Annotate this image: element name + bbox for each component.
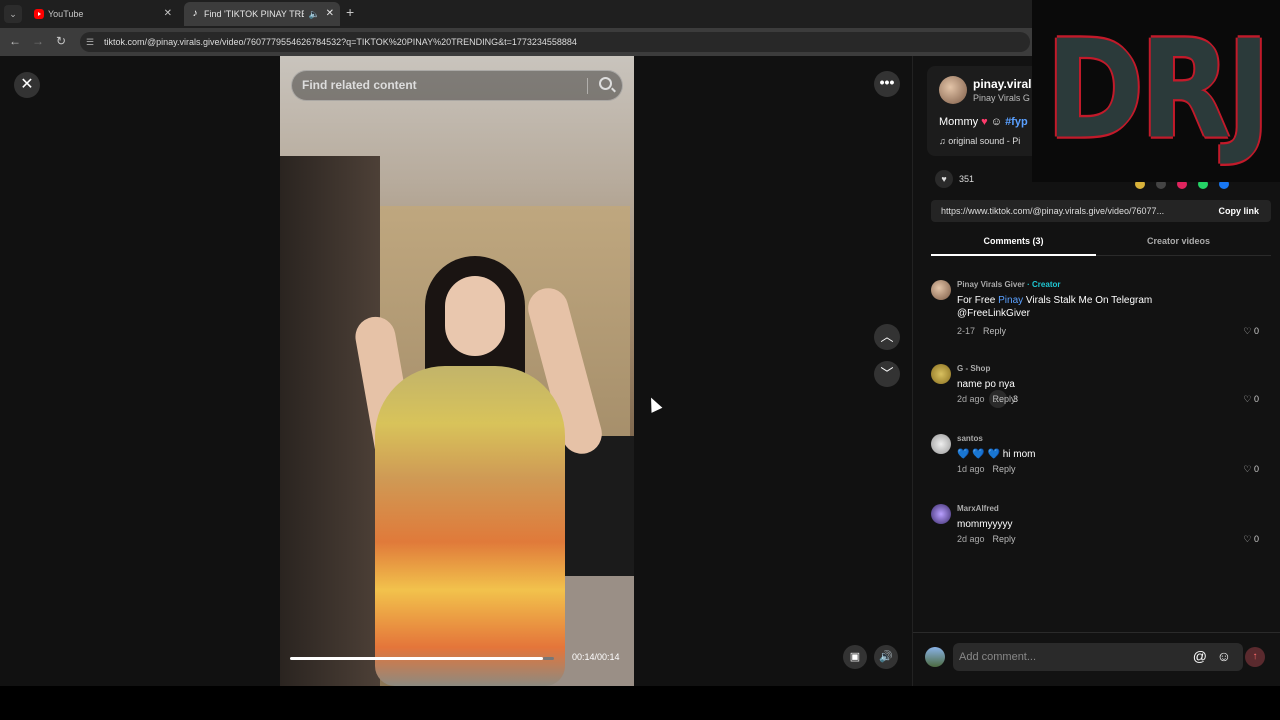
video-viewer: ✕ 00:14/00:14 Find related content ••• ︿ xyxy=(0,56,912,686)
tiktok-icon: ♪ xyxy=(192,8,198,19)
forward-icon[interactable]: → xyxy=(32,34,44,48)
related-search-input[interactable]: Find related content xyxy=(291,70,623,101)
reply-button[interactable]: Reply xyxy=(993,464,1016,474)
comment-composer: Add comment... @ ☺ ↑ xyxy=(913,632,1280,686)
commenter-avatar[interactable] xyxy=(931,280,951,300)
tab-creator-videos[interactable]: Creator videos xyxy=(1096,236,1261,246)
letterbox-bottom xyxy=(0,686,1280,720)
author-avatar[interactable] xyxy=(939,76,967,104)
comment-placeholder: Add comment... xyxy=(959,651,1037,663)
panel-tabs: Comments (3) Creator videos xyxy=(931,232,1271,256)
tab-close-icon[interactable]: ✕ xyxy=(326,2,334,26)
comment-like-button[interactable]: ♡ 0 xyxy=(1243,394,1259,405)
video-progress-bar[interactable] xyxy=(290,657,543,660)
comment-meta: 2d ago Reply xyxy=(957,534,1016,544)
reload-icon[interactable]: ↻ xyxy=(56,34,66,48)
volume-button[interactable]: 🔊 xyxy=(874,645,898,669)
tab-tiktok[interactable]: ♪ Find 'TIKTOK PINAY TRENDING' 🔈 ✕ xyxy=(184,2,340,26)
url-text: tiktok.com/@pinay.virals.give/video/7607… xyxy=(104,37,577,47)
comment-text: 💙 💙 💙 hi mom xyxy=(957,449,1036,460)
post-comment-button[interactable]: ↑ xyxy=(1245,647,1265,667)
tab-youtube[interactable]: YouTube ✕ xyxy=(28,2,178,26)
comment-input[interactable]: Add comment... @ ☺ xyxy=(953,643,1243,671)
drj-logo: DRJ xyxy=(1046,10,1271,169)
new-tab-button[interactable]: + xyxy=(346,4,354,20)
next-video-button[interactable]: ﹀ xyxy=(874,361,900,387)
commenter-avatar[interactable] xyxy=(931,364,951,384)
author-username[interactable]: pinay.viral xyxy=(973,77,1031,91)
comment-text: name po nya xyxy=(957,379,1015,390)
search-icon[interactable] xyxy=(599,77,612,90)
creator-badge: · Creator xyxy=(1027,280,1061,289)
comment-button[interactable]: … 3 xyxy=(989,390,1280,408)
comment-meta: 2d ago Reply xyxy=(957,394,1016,404)
comment-text: mommyyyyy xyxy=(957,519,1013,530)
commenter-avatar[interactable] xyxy=(931,434,951,454)
caption-text: Mommy xyxy=(939,116,979,128)
search-divider xyxy=(587,78,588,94)
mouse-cursor-icon xyxy=(645,395,663,413)
comment-text: For Free Pinay Virals Stalk Me On Telegr… xyxy=(957,295,1153,319)
reply-button[interactable]: Reply xyxy=(993,534,1016,544)
active-tab-indicator xyxy=(931,254,1096,256)
commenter-name[interactable]: G - Shop xyxy=(957,364,990,373)
comment-meta: 2-17 Reply xyxy=(957,326,1007,336)
sound-link[interactable]: ♫ original sound - Pi xyxy=(939,136,1020,146)
commenter-name[interactable]: MarxAlfred xyxy=(957,504,999,513)
video-time: 00:14/00:14 xyxy=(572,652,620,662)
reply-button[interactable]: Reply xyxy=(983,326,1006,336)
comment-like-button[interactable]: ♡ 0 xyxy=(1243,326,1259,337)
like-count: 351 xyxy=(959,174,975,184)
video-progress-remaining[interactable] xyxy=(543,657,554,660)
floating-player-button[interactable]: ▣ xyxy=(843,645,867,669)
like-button[interactable]: ♥ 351 xyxy=(935,170,974,188)
mention-icon[interactable]: @ xyxy=(1193,648,1207,664)
heart-emoji-icon: ♥ xyxy=(981,116,988,128)
channel-logo-overlay: DRJ xyxy=(1032,0,1280,182)
url-input[interactable]: ☰ tiktok.com/@pinay.virals.give/video/76… xyxy=(80,32,1030,52)
more-options-button[interactable]: ••• xyxy=(874,71,900,97)
caption-hashtag[interactable]: #fyp xyxy=(1005,116,1028,128)
emoji-icon[interactable]: ☺ xyxy=(1217,648,1231,664)
commenter-avatar[interactable] xyxy=(931,504,951,524)
video-player[interactable]: 00:14/00:14 xyxy=(280,56,634,686)
share-link-text[interactable]: https://www.tiktok.com/@pinay.virals.giv… xyxy=(941,200,1187,222)
youtube-icon xyxy=(34,9,44,19)
music-note-icon: ♫ xyxy=(939,136,946,146)
reply-button[interactable]: Reply xyxy=(993,394,1016,404)
tab-comments[interactable]: Comments (3) xyxy=(931,236,1096,246)
author-display-name: Pinay Virals G xyxy=(973,93,1030,103)
user-avatar[interactable] xyxy=(925,647,945,667)
copy-link-button[interactable]: Copy link xyxy=(1218,200,1259,222)
site-info-icon[interactable]: ☰ xyxy=(86,37,94,48)
video-caption: Mommy ♥ ☺ #fyp xyxy=(939,116,1028,128)
share-link-box: https://www.tiktok.com/@pinay.virals.giv… xyxy=(931,200,1271,222)
back-icon[interactable]: ← xyxy=(9,34,21,48)
video-frame-person xyxy=(335,256,607,686)
commenter-name[interactable]: Pinay Virals Giver · Creator xyxy=(957,280,1060,289)
commenter-name[interactable]: santos xyxy=(957,434,983,443)
tab-title: Find 'TIKTOK PINAY TRENDING' xyxy=(204,9,304,19)
comment-like-button[interactable]: ♡ 0 xyxy=(1243,464,1259,475)
search-placeholder: Find related content xyxy=(302,78,417,92)
speaker-icon[interactable]: 🔈 xyxy=(309,2,320,26)
tab-close-icon[interactable]: ✕ xyxy=(164,2,172,26)
sound-name: original sound - Pi xyxy=(948,136,1021,146)
smile-emoji-icon: ☺ xyxy=(990,116,1002,128)
comment-like-button[interactable]: ♡ 0 xyxy=(1243,534,1259,545)
screen: { "browser": { "tabs": [ {"title": "YouT… xyxy=(0,0,1280,720)
comment-meta: 1d ago Reply xyxy=(957,464,1016,474)
tab-title: YouTube xyxy=(48,9,84,19)
close-icon[interactable]: ✕ xyxy=(14,72,40,98)
heart-icon: ♥ xyxy=(935,170,953,188)
tab-search-button[interactable]: ⌄ xyxy=(4,5,22,23)
previous-video-button[interactable]: ︿ xyxy=(874,324,900,350)
